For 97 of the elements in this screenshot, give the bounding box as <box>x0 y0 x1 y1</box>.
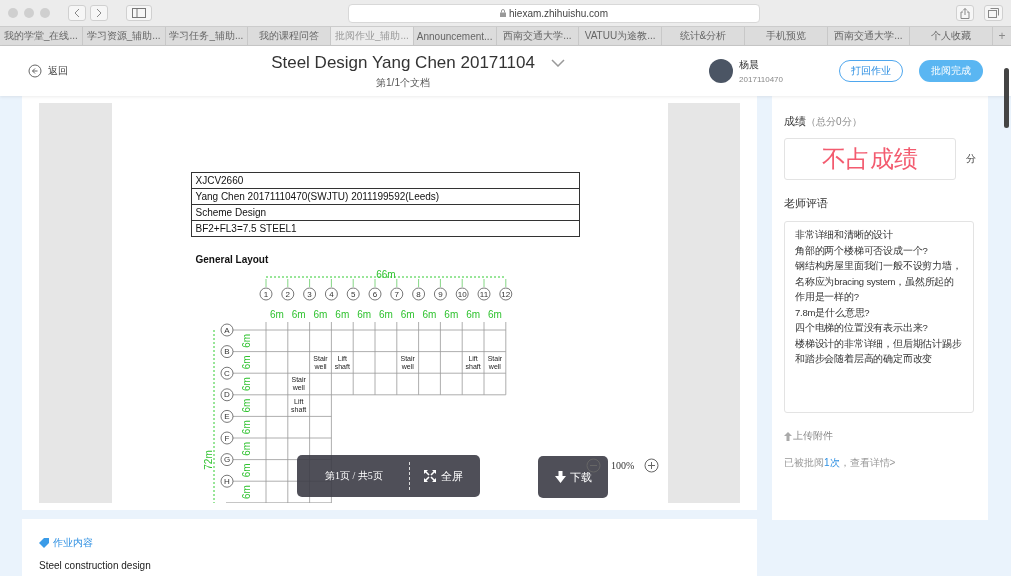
comment-label: 老师评语 <box>784 196 829 211</box>
dimension-label: 6m <box>240 485 252 499</box>
grid-axis-marker: 9 <box>433 287 447 301</box>
grid-axis-marker: 12 <box>498 287 512 301</box>
browser-tab[interactable]: 西南交通大学... <box>827 27 911 45</box>
dimension-label: 6m <box>356 309 371 320</box>
dimension-label: 6m <box>487 309 502 320</box>
download-button[interactable]: 下载 <box>538 456 608 498</box>
expand-icon <box>424 470 436 482</box>
dimension-label: 6m <box>334 309 349 320</box>
details-link[interactable]: ，查看详情> <box>839 456 896 470</box>
download-icon <box>554 471 566 483</box>
grid-axis-marker: 5 <box>346 287 360 301</box>
grid-axis-marker: C <box>220 366 233 380</box>
grid-axis-marker: B <box>220 345 233 358</box>
browser-tab[interactable]: 西南交通大学... <box>496 27 580 45</box>
grid-axis-marker: 4 <box>324 287 338 301</box>
table-cell: Yang Chen 20171110470(SWJTU) 2011199592(Leeds) <box>191 189 579 205</box>
student-name: 杨晨 <box>739 58 761 72</box>
new-tab-button[interactable]: + <box>993 27 1011 45</box>
table-cell: BF2+FL3=7.5 STEEL1 <box>191 221 579 237</box>
dimension-label: 66m <box>375 269 396 280</box>
tabs-button[interactable] <box>984 5 1003 21</box>
grid-axis-marker: 6 <box>368 287 381 301</box>
sidebar-icon[interactable] <box>126 5 152 21</box>
tag-icon <box>39 538 49 548</box>
avatar-icon <box>709 59 734 83</box>
score-field[interactable]: 不占成绩 <box>784 138 956 180</box>
back-link[interactable]: 返回 <box>28 64 198 78</box>
review-count-text: 已被批阅1次 <box>784 456 840 470</box>
score-label: 成绩 <box>784 114 806 129</box>
grid-axis-marker: 3 <box>302 287 316 301</box>
unit-label: 分 <box>966 152 976 166</box>
lock-icon <box>500 9 507 17</box>
browser-tab[interactable]: 学习资源_辅助... <box>82 27 166 45</box>
dimension-label: 6m <box>465 309 480 320</box>
grid-axis-marker: 7 <box>389 287 403 301</box>
assignment-text: Steel construction design <box>39 560 152 571</box>
dimension-label: 6m <box>240 333 252 348</box>
url-text: hiexam.zhihuishu.com <box>509 7 608 19</box>
document-title: Steel Design Yang Chen 20171104 <box>271 52 535 73</box>
grid-axis-marker: D <box>220 388 233 402</box>
browser-tab[interactable]: VATUU为途教... <box>579 27 662 45</box>
browser-tab[interactable]: Announcement... <box>413 27 497 45</box>
dimension-label: 6m <box>269 309 284 320</box>
grid-axis-marker: 2 <box>280 287 294 301</box>
dimension-label: 6m <box>443 309 458 320</box>
browser-tab[interactable]: 个人收藏 <box>910 27 993 45</box>
dimension-label: 6m <box>240 377 252 391</box>
dimension-label: 6m <box>240 420 252 435</box>
fullscreen-button[interactable]: 全屏 <box>424 468 463 484</box>
dimension-label: 6m <box>240 463 252 478</box>
scrollbar[interactable] <box>1004 68 1009 128</box>
dimension-label: 6m <box>240 355 252 370</box>
browser-tab[interactable]: 批阅作业_辅助... <box>331 27 414 45</box>
chevron-down-icon[interactable] <box>550 58 565 67</box>
chevron-left-icon <box>74 8 80 18</box>
address-bar[interactable]: hiexam.zhihuishu.com <box>348 3 760 23</box>
section-heading: General Layout <box>195 254 270 265</box>
grid-axis-marker: 8 <box>411 287 425 301</box>
grid-axis-marker: G <box>220 453 233 466</box>
forward-button[interactable] <box>90 5 108 21</box>
share-button[interactable] <box>956 5 974 21</box>
student-id: 2017110470 <box>739 75 783 84</box>
back-button[interactable] <box>68 5 86 21</box>
browser-tab[interactable]: 我的学堂_在线... <box>0 27 83 45</box>
grid-axis-marker: A <box>220 323 233 337</box>
grid-axis-marker: F <box>220 431 233 445</box>
section-title: 作业内容 <box>53 536 93 550</box>
dimension-label: 6m <box>313 309 327 320</box>
browser-tab[interactable]: 统计&分析 <box>662 27 745 45</box>
dimension-label: 6m <box>422 309 436 320</box>
grid-axis-marker: 1 <box>259 287 272 301</box>
dimension-label: 6m <box>291 309 306 320</box>
browser-tab[interactable]: 学习任务_辅助... <box>165 27 249 45</box>
zoom-in-icon[interactable] <box>644 458 660 473</box>
upload-link[interactable]: 上传附件 <box>784 429 976 443</box>
dimension-label: 6m <box>400 309 415 320</box>
upload-arrow-icon <box>784 431 792 441</box>
total-score: （总分0分） <box>806 115 862 129</box>
grid-axis-marker: 11 <box>477 287 490 301</box>
comment-field[interactable]: 非常详细和清晰的设计 角部的两个楼梯可否设成一个? 钢结构房屋里面我们一般不设剪力墙，名称应为bracing system，虽然所起的作用是一样的? 7.8m是什么意思? 四个电梯的位置没有表示出来? 楼梯设计的非常详细，但后期估计踢步和踏步会随着层高的确定而改变 <box>784 221 974 413</box>
zoom-level: 100% <box>611 460 635 471</box>
browser-tab[interactable]: 手机预览 <box>744 27 828 45</box>
grid-axis-marker: 10 <box>455 287 469 301</box>
return-button[interactable]: 打回作业 <box>839 60 903 82</box>
table-cell: XJCV2660 <box>191 173 579 189</box>
dimension-label: 6m <box>378 309 393 320</box>
table-cell: Scheme Design <box>191 205 579 221</box>
dimension-label: 6m <box>240 398 252 413</box>
document-count: 第1/1个文档 <box>376 75 430 90</box>
dimension-label: 72m <box>202 450 214 470</box>
page-indicator: 第1页 / 共5页 <box>325 469 384 483</box>
dimension-label: 6m <box>240 441 252 456</box>
grid-axis-marker: H <box>220 474 233 488</box>
chevron-right-icon <box>96 8 102 18</box>
grid-axis-marker: E <box>220 410 233 423</box>
